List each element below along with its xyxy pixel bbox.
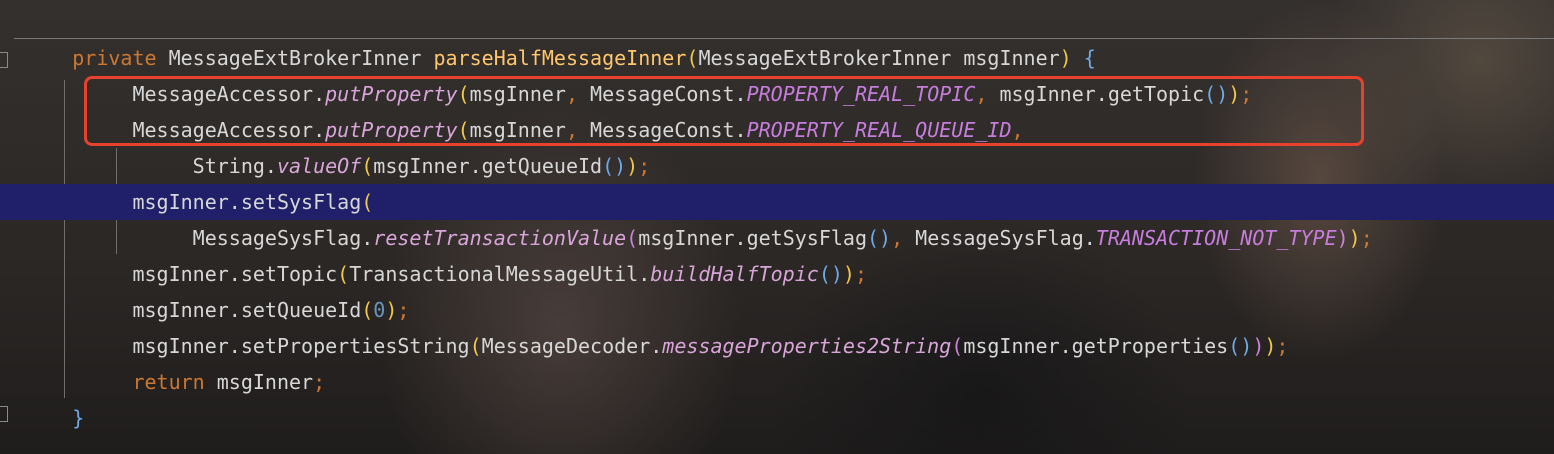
semicolon: ; bbox=[397, 298, 410, 322]
method-call: msgInner.getQueueId bbox=[373, 154, 603, 178]
code-line-current[interactable]: msgInner.setSysFlag( bbox=[0, 184, 1554, 220]
comma: , bbox=[891, 226, 904, 250]
number-literal: 0 bbox=[373, 298, 386, 322]
paren: ( bbox=[361, 298, 374, 322]
brace: } bbox=[72, 406, 85, 430]
constant: TRANSACTION_NOT_TYPE bbox=[1095, 226, 1337, 250]
keyword: private bbox=[72, 46, 157, 70]
semicolon: ; bbox=[1276, 334, 1289, 358]
class-ref: MessageSysFlag. bbox=[192, 226, 374, 250]
method-name: parseHalfMessageInner bbox=[433, 46, 687, 70]
code-line[interactable]: } bbox=[0, 400, 1554, 436]
paren: ( bbox=[626, 226, 639, 250]
code-line[interactable]: private MessageExtBrokerInner parseHalfM… bbox=[0, 40, 1554, 76]
code-line[interactable]: msgInner.setQueueId(0); bbox=[0, 292, 1554, 328]
brace: { bbox=[1083, 46, 1096, 70]
paren: ( bbox=[602, 154, 615, 178]
method-call: msgInner.setSysFlag bbox=[132, 190, 362, 214]
semicolon: ; bbox=[638, 154, 651, 178]
paren: ) bbox=[385, 298, 398, 322]
code-editor[interactable]: private MessageExtBrokerInner parseHalfM… bbox=[0, 0, 1554, 454]
code-line[interactable]: MessageSysFlag.resetTransactionValue(msg… bbox=[0, 220, 1554, 256]
paren: ( bbox=[951, 334, 964, 358]
class-ref: TransactionalMessageUtil. bbox=[349, 262, 651, 286]
return-type: MessageExtBrokerInner bbox=[168, 46, 422, 70]
code-line[interactable]: return msgInner; bbox=[0, 364, 1554, 400]
paren: ) bbox=[1348, 226, 1361, 250]
paren: ( bbox=[818, 262, 831, 286]
paren: ( bbox=[866, 226, 880, 250]
paren: ) bbox=[830, 262, 843, 286]
semicolon: ; bbox=[313, 370, 326, 394]
variable: msgInner bbox=[216, 370, 314, 394]
class-ref: MessageSysFlag. bbox=[915, 226, 1096, 250]
code-line[interactable]: msgInner.setTopic(TransactionalMessageUt… bbox=[0, 256, 1554, 292]
paren: ( bbox=[686, 46, 699, 70]
paren: ( bbox=[1228, 334, 1241, 358]
annotation-highlight-box bbox=[84, 76, 1364, 146]
paren: ( bbox=[469, 334, 482, 358]
paren: ) bbox=[1240, 334, 1253, 358]
paren: ( bbox=[361, 190, 374, 214]
method-call: msgInner.setTopic bbox=[132, 262, 338, 286]
paren: ) bbox=[614, 154, 627, 178]
method-call: msgInner.getProperties bbox=[963, 334, 1229, 358]
static-method: valueOf bbox=[276, 154, 362, 178]
editor-top-divider bbox=[14, 38, 1554, 39]
code-line[interactable]: msgInner.setPropertiesString(MessageDeco… bbox=[0, 328, 1554, 364]
paren: ) bbox=[1252, 334, 1265, 358]
method-call: msgInner.getSysFlag bbox=[638, 226, 867, 250]
keyword: return bbox=[132, 370, 205, 394]
paren: ) bbox=[879, 226, 892, 250]
paren: ) bbox=[1264, 334, 1277, 358]
method-call: msgInner.setPropertiesString bbox=[132, 334, 470, 358]
static-method: messageProperties2String bbox=[662, 334, 952, 358]
paren: ) bbox=[1059, 46, 1072, 70]
paren: ) bbox=[626, 154, 639, 178]
paren: ) bbox=[842, 262, 855, 286]
code-line[interactable]: String.valueOf(msgInner.getQueueId()); bbox=[0, 148, 1554, 184]
class-ref: MessageDecoder. bbox=[481, 334, 663, 358]
semicolon: ; bbox=[854, 262, 867, 286]
static-method: resetTransactionValue bbox=[373, 226, 627, 250]
static-method: buildHalfTopic bbox=[650, 262, 819, 286]
semicolon: ; bbox=[1360, 226, 1373, 250]
paren: ( bbox=[361, 154, 374, 178]
parameter: MessageExtBrokerInner msgInner bbox=[698, 46, 1060, 70]
class-ref: String. bbox=[192, 154, 277, 178]
paren: ) bbox=[1336, 226, 1349, 250]
paren: ( bbox=[337, 262, 350, 286]
method-call: msgInner.setQueueId bbox=[132, 298, 362, 322]
